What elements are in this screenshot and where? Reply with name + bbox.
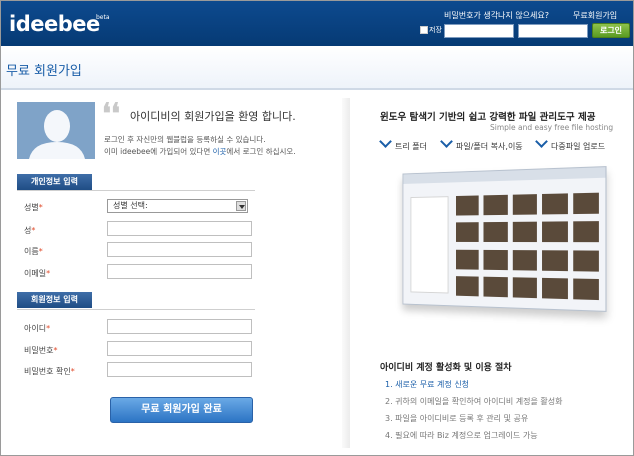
password-confirm-label: 비밀번호 확인*	[24, 367, 75, 376]
screenshot-thumbnails	[455, 192, 599, 303]
save-login-checkbox[interactable]	[420, 26, 428, 34]
promo-title: 윈도우 탐색기 기반의 쉽고 강력한 파일 관리도구 제공	[380, 112, 596, 123]
gender-select[interactable]: 성별 선택:	[107, 199, 248, 213]
login-here-link[interactable]: 이곳	[213, 147, 227, 156]
screenshot-folder-tree	[410, 196, 449, 294]
quote-mark-icon: ❛❛	[102, 97, 121, 130]
intro-line-2-pre: 이미 ideebee에 가입되어 있다면	[104, 147, 213, 156]
intro-line-2: 이미 ideebee에 가입되어 있다면 이곳에서 로그인 하십시오.	[104, 146, 296, 158]
save-login-label: 저장	[429, 26, 442, 34]
firstname-input[interactable]	[107, 242, 252, 257]
password-label: 비밀번호*	[24, 346, 58, 355]
free-signup-link[interactable]: 무료회원가입	[573, 10, 617, 21]
section-divider	[17, 309, 255, 310]
chevron-down-icon	[236, 201, 246, 211]
feature-item: 다중파일 업로드	[535, 135, 605, 152]
forgot-password-link[interactable]: 비밀번호가 생각나지 않으세요?	[444, 10, 549, 21]
login-button[interactable]: 로그인	[592, 23, 630, 38]
page-title: 무료 회원가입	[6, 64, 82, 79]
ideebee-logo[interactable]: ideebee	[9, 12, 100, 36]
column-divider	[342, 98, 350, 448]
steps-title: 아이디비 계정 활성화 및 이용 절차	[380, 363, 512, 373]
top-header: ideebee beta 비밀번호가 생각나지 않으세요? 무료회원가입 저장 …	[1, 1, 633, 46]
email-label: 이메일*	[24, 269, 51, 278]
personal-info-header: 개인정보 입력	[17, 174, 92, 190]
section-divider	[17, 190, 255, 191]
intro-line-2-post: 에서 로그인 하십시오.	[226, 147, 296, 156]
step-item: 1. 새로운 무료 계정 신청	[385, 380, 470, 389]
userid-input[interactable]	[107, 319, 252, 334]
password-confirm-input[interactable]	[107, 362, 252, 377]
feature-item: 파일/폴더 복사,이동	[440, 135, 523, 152]
login-id-input[interactable]	[444, 24, 514, 38]
avatar	[17, 102, 95, 159]
intro-line-1: 로그인 후 자신만의 웹블럽을 등록하실 수 있습니다.	[104, 135, 266, 144]
promo-subtitle: Simple and easy free file hosting	[490, 123, 614, 132]
lastname-input[interactable]	[107, 221, 252, 236]
login-password-input[interactable]	[518, 24, 588, 38]
title-bar: 무료 회원가입	[1, 46, 633, 90]
step-item: 4. 필요에 따라 Biz 계정으로 업그레이드 가능	[385, 431, 538, 440]
lastname-label: 성*	[24, 226, 36, 235]
account-info-header: 회원정보 입력	[17, 292, 92, 308]
app-screenshot-image	[402, 166, 607, 312]
password-input[interactable]	[107, 341, 252, 356]
welcome-message: 아이디비의 회원가입을 환영 합니다.	[130, 110, 296, 123]
email-input[interactable]	[107, 264, 252, 279]
intro-description: 로그인 후 자신만의 웹블럽을 등록하실 수 있습니다. 이미 ideebee에…	[104, 134, 296, 158]
beta-badge: beta	[96, 14, 110, 21]
step-item: 3. 파일을 아이디비로 등록 후 관리 및 공유	[385, 414, 529, 423]
userid-label: 아이디*	[24, 324, 51, 333]
step-item: 2. 귀하의 이메일을 확인하여 아이디비 계정을 활성화	[385, 397, 563, 406]
feature-item: 트리 폴더	[379, 135, 427, 152]
signup-submit-button[interactable]: 무료 회원가입 완료	[110, 397, 253, 423]
firstname-label: 이름*	[24, 247, 43, 256]
gender-label: 성별*	[24, 203, 43, 212]
